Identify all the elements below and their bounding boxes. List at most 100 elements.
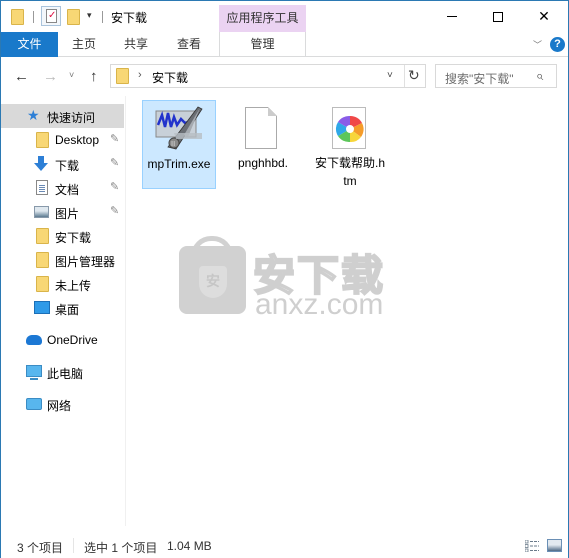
recent-locations-button[interactable]: ˅ [69, 70, 74, 80]
sidebar-item-label: 安下载 [55, 231, 92, 245]
search-input[interactable]: 搜索"安下载" [445, 70, 514, 87]
tab-view[interactable]: 查看 [169, 32, 209, 57]
sidebar-item-label: 此电脑 [47, 367, 84, 381]
new-folder-button[interactable] [67, 9, 80, 25]
sidebar-item-label: 文档 [55, 183, 80, 197]
sidebar-item-network[interactable]: 网络 [1, 392, 124, 416]
sidebar-item-pictures[interactable]: 图片 ✎ [1, 200, 124, 224]
document-icon [36, 180, 48, 195]
sidebar-item-documents[interactable]: 文档 ✎ [1, 176, 124, 200]
minimize-button[interactable] [429, 1, 475, 32]
sidebar-item-label: 图片 [55, 207, 80, 221]
shield-icon: 安 [199, 266, 227, 298]
toolbar-divider [33, 11, 34, 23]
tab-manage[interactable]: 管理 [219, 32, 306, 57]
watermark-text-en: anxz.com [255, 288, 384, 321]
svg-text:II: II [171, 140, 175, 148]
selected-size: 1.04 MB [167, 539, 212, 553]
file-item-help-htm[interactable]: 安下载帮助.htm [313, 100, 387, 189]
folder-icon [116, 68, 129, 84]
file-name: 安下载帮助.htm [315, 156, 386, 188]
sidebar-item-desktop[interactable]: Desktop ✎ [1, 128, 124, 152]
context-tab-header: 应用程序工具 [219, 5, 306, 32]
sidebar-item-onedrive[interactable]: OneDrive [1, 328, 124, 352]
new-folder-icon [67, 9, 80, 25]
sidebar-item-this-pc[interactable]: 此电脑 [1, 360, 124, 384]
download-arrow-icon [34, 156, 48, 175]
sidebar-item-label: 下载 [55, 159, 80, 173]
sidebar-item-label: 桌面 [55, 303, 80, 317]
search-box[interactable]: 搜索"安下载" ⌕ [435, 64, 557, 88]
close-icon: ✕ [538, 8, 550, 24]
sidebar-item-label: 图片管理器 [55, 255, 116, 269]
up-button[interactable]: ↑ [90, 68, 98, 85]
star-icon: ★ [27, 107, 40, 123]
item-count: 3 个项目 [17, 541, 64, 555]
status-divider [73, 538, 74, 553]
minimize-icon [447, 16, 457, 17]
expand-ribbon-button[interactable]: ﹀ [533, 38, 542, 51]
mptrim-app-icon: II [155, 106, 203, 150]
pin-icon: ✎ [110, 205, 120, 217]
tab-home[interactable]: 主页 [64, 32, 104, 57]
file-name: mpTrim.exe [147, 157, 211, 171]
search-icon[interactable]: ⌕ [536, 68, 543, 84]
details-view-button[interactable] [524, 539, 539, 553]
sidebar-item-downloads[interactable]: 下载 ✎ [1, 152, 124, 176]
sidebar-item-label: 网络 [47, 399, 72, 413]
folder-icon [36, 132, 49, 148]
tab-share[interactable]: 共享 [116, 32, 156, 57]
pictures-icon [34, 206, 49, 218]
sidebar-item-picture-manager[interactable]: 图片管理器 [1, 248, 124, 272]
large-icons-view-button[interactable] [547, 539, 562, 552]
tab-file[interactable]: 文件 [1, 32, 58, 57]
sidebar-item-not-uploaded[interactable]: 未上传 [1, 272, 124, 296]
folder-icon [11, 9, 24, 25]
desktop-icon [34, 301, 50, 314]
file-name: pnghhbd. [237, 156, 289, 170]
help-button[interactable]: ? [550, 37, 565, 52]
watermark-logo: 安 安下载 anxz.com [179, 236, 399, 326]
details-view-icon [524, 539, 539, 553]
toolbar-divider [102, 11, 103, 23]
file-item-pnghhbd[interactable]: pnghhbd. [226, 100, 300, 189]
divider [404, 65, 405, 87]
file-list: II mpTrim.exe pnghhbd. 安下载帮助.htm 安 安下载 a… [127, 96, 568, 526]
sidebar-item-anxz[interactable]: 安下载 [1, 224, 124, 248]
htm-file-icon [332, 107, 366, 149]
sidebar-item-desktop-cn[interactable]: 桌面 [1, 296, 124, 320]
address-history-dropdown[interactable]: ˅ [387, 70, 393, 81]
title-bar: ✓ ▾ 安下载 应用程序工具 ✕ [1, 1, 568, 32]
pin-icon: ✎ [110, 181, 120, 193]
sidebar-item-quick-access[interactable]: ★ 快速访问 [1, 104, 124, 128]
status-bar: 3 个项目 选中 1 个项目 1.04 MB [1, 534, 568, 558]
ribbon-tabs: 文件 主页 共享 查看 管理 ﹀ ? [1, 32, 568, 57]
sidebar-item-label: 快速访问 [47, 111, 96, 125]
breadcrumb-chevron-icon[interactable]: › [138, 69, 142, 81]
blank-file-icon [245, 107, 277, 149]
sidebar-item-label: Desktop [55, 133, 100, 147]
window-title: 安下载 [111, 11, 148, 25]
navigation-bar: ← → ˅ ↑ › 安下载 ˅ ↻ 搜索"安下载" ⌕ [1, 58, 568, 96]
onedrive-cloud-icon [26, 335, 42, 345]
this-pc-icon [26, 365, 42, 380]
properties-button[interactable]: ✓ [41, 6, 61, 26]
folder-icon [36, 228, 49, 244]
forward-button[interactable]: → [43, 68, 58, 85]
back-button[interactable]: ← [14, 68, 29, 85]
maximize-button[interactable] [475, 1, 521, 32]
breadcrumb-item[interactable]: 安下载 [152, 69, 188, 86]
address-bar[interactable]: › 安下载 ˅ ↻ [110, 64, 426, 88]
close-button[interactable]: ✕ [521, 1, 567, 32]
customize-quick-access-dropdown[interactable]: ▾ [87, 10, 92, 21]
network-icon [26, 398, 42, 410]
maximize-icon [493, 11, 503, 22]
pin-icon: ✎ [110, 157, 120, 169]
sidebar-item-label: 未上传 [55, 279, 92, 293]
sidebar-item-label: OneDrive [47, 333, 98, 347]
file-item-mptrim[interactable]: II mpTrim.exe [142, 100, 216, 189]
navigation-pane: ★ 快速访问 Desktop ✎ 下载 ✎ 文档 ✎ 图片 ✎ 安下载 图片管理… [1, 96, 126, 526]
refresh-button[interactable]: ↻ [408, 67, 420, 84]
file-explorer-window: ✓ ▾ 安下载 应用程序工具 ✕ 文件 主页 共享 查看 管理 ﹀ ? ← → … [0, 0, 569, 558]
folder-icon [36, 276, 49, 292]
